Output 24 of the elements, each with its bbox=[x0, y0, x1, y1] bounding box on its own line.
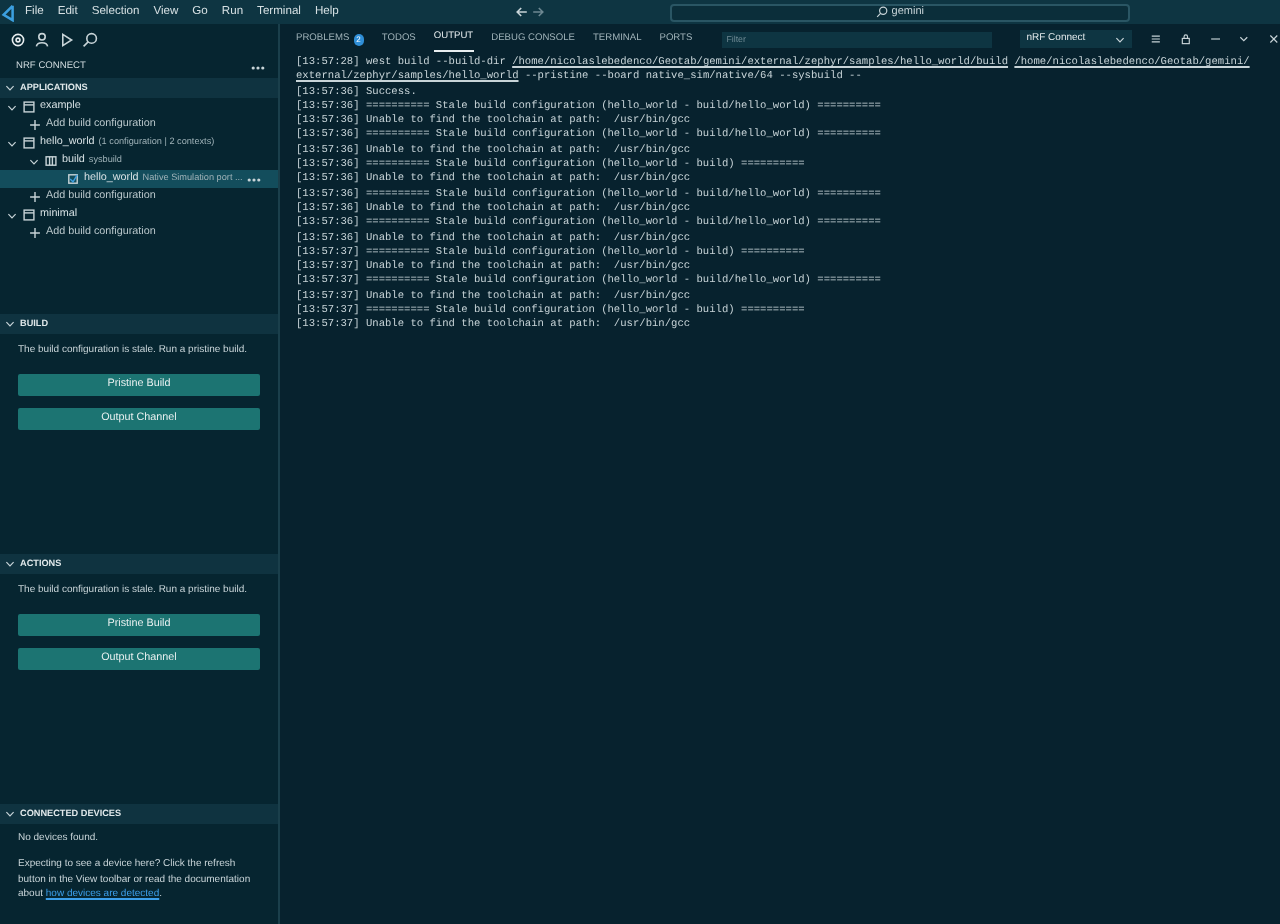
play-icon[interactable] bbox=[58, 32, 74, 48]
chevron-icon bbox=[4, 808, 16, 820]
box-icon bbox=[44, 154, 58, 168]
gear-icon[interactable] bbox=[10, 32, 26, 48]
chevron-icon bbox=[1113, 33, 1126, 45]
chevron-icon bbox=[4, 558, 16, 570]
back-arrow-icon[interactable] bbox=[513, 4, 530, 20]
chevron-icon[interactable] bbox=[1238, 32, 1251, 46]
chevron-icon bbox=[4, 318, 16, 330]
plus-icon bbox=[28, 226, 42, 240]
window-icon bbox=[22, 208, 36, 222]
app-logo-icon bbox=[0, 3, 18, 21]
plus-icon bbox=[28, 190, 42, 204]
search-icon bbox=[875, 6, 888, 18]
lock-icon[interactable] bbox=[1179, 32, 1192, 46]
chevron-icon bbox=[6, 209, 18, 221]
person-icon[interactable] bbox=[34, 32, 50, 48]
list-icon[interactable] bbox=[1149, 32, 1162, 46]
window-icon bbox=[22, 136, 36, 150]
plus-icon bbox=[28, 118, 42, 132]
window-icon bbox=[22, 100, 36, 114]
close-icon[interactable] bbox=[1268, 32, 1280, 46]
search-icon[interactable] bbox=[82, 32, 98, 48]
forward-arrow-icon[interactable] bbox=[529, 4, 546, 20]
